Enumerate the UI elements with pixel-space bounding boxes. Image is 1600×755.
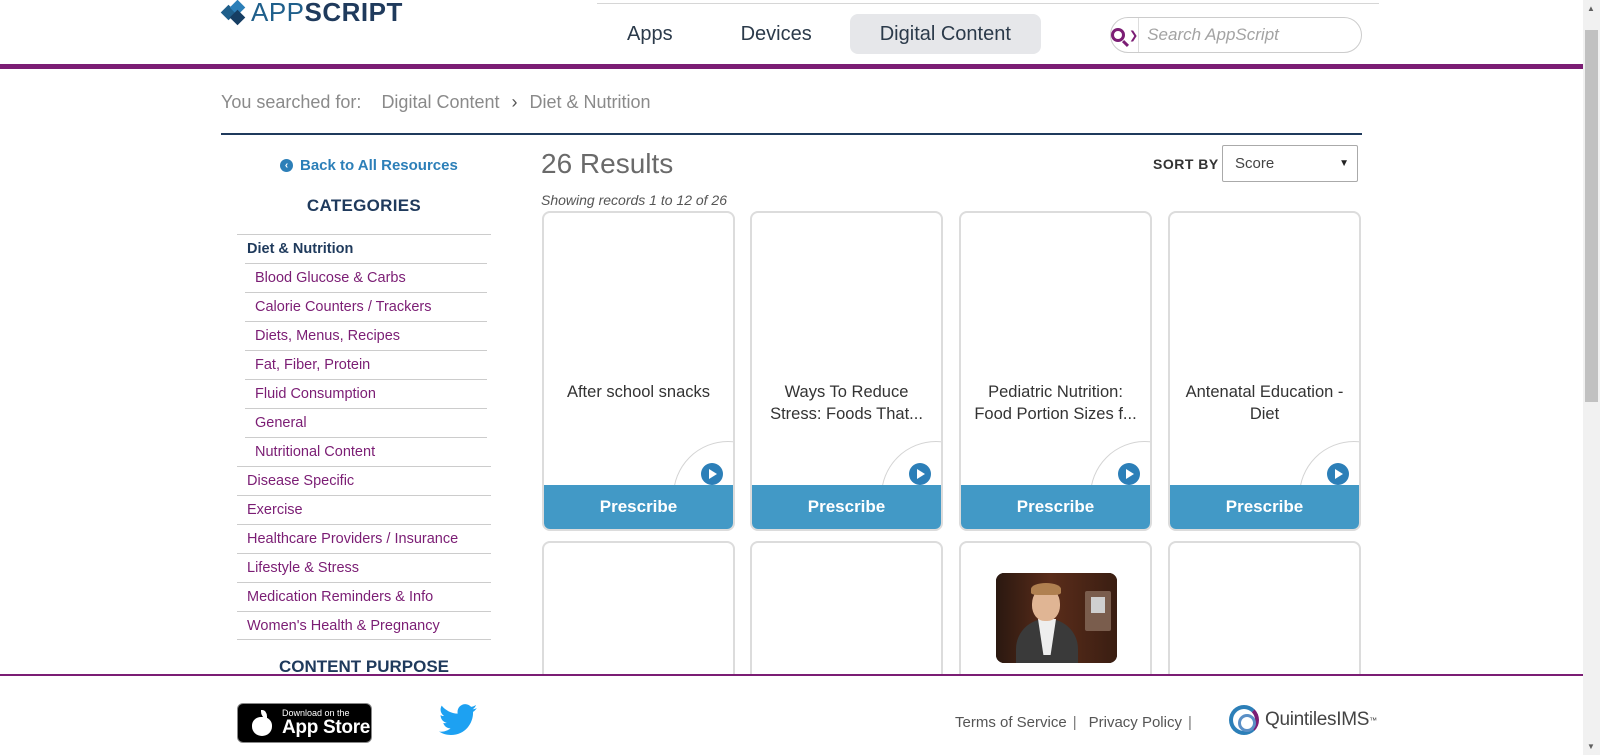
play-icon[interactable]	[909, 463, 931, 485]
nav-devices[interactable]: Devices	[711, 14, 842, 54]
footer-links: Terms of Service | Privacy Policy |	[955, 714, 1204, 731]
result-card[interactable]: Ways To Reduce Stress: Foods That... Pre…	[750, 211, 943, 531]
main-nav: Apps Devices Digital Content	[597, 14, 1049, 54]
play-icon[interactable]	[701, 463, 723, 485]
app-store-badge[interactable]: Download on the App Store	[237, 703, 372, 743]
app-store-text: Download on the App Store	[282, 708, 370, 738]
quintilesims-wordmark: QuintilesIMS	[1265, 709, 1370, 730]
result-card[interactable]	[542, 541, 735, 691]
terms-of-service-link[interactable]: Terms of Service	[955, 714, 1067, 731]
scroll-down-arrow-icon[interactable]: ▼	[1587, 742, 1595, 751]
scrollbar-thumb[interactable]	[1585, 30, 1598, 402]
site-footer: Download on the App Store Terms of Servi…	[0, 674, 1583, 755]
prescribe-button[interactable]: Prescribe	[961, 485, 1150, 529]
nav-top-divider	[597, 3, 1379, 4]
result-card[interactable]	[1168, 541, 1361, 691]
logo-text-suffix: SCRIPT	[304, 0, 403, 27]
play-icon[interactable]	[1327, 463, 1349, 485]
results-count: 26 Results	[541, 148, 674, 179]
header-purple-bar	[0, 64, 1583, 69]
back-arrow-icon: ‹	[280, 159, 293, 172]
breadcrumb-item-diet-nutrition[interactable]: Diet & Nutrition	[530, 92, 651, 113]
categories-heading: CATEGORIES	[306, 196, 422, 215]
result-card[interactable]: After school snacks Prescribe	[542, 211, 735, 531]
sidebar-category-item[interactable]: Disease Specific	[237, 466, 491, 495]
apple-icon	[250, 710, 274, 736]
nav-apps[interactable]: Apps	[597, 14, 703, 54]
quintilesims-logo[interactable]: QuintilesIMS ™	[1229, 705, 1377, 735]
back-to-resources-link[interactable]: ‹ Back to All Resources	[280, 157, 458, 174]
play-icon[interactable]	[1118, 463, 1140, 485]
dropdown-caret-icon: ▼	[1339, 158, 1349, 169]
sidebar-category-item[interactable]: Diets, Menus, Recipes	[245, 321, 487, 350]
records-range: Showing records 1 to 12 of 26	[541, 192, 728, 208]
card-title[interactable]: Pediatric Nutrition: Food Portion Sizes …	[971, 381, 1140, 425]
page-scrollbar[interactable]: ▲ ▼	[1583, 0, 1600, 755]
appscript-logo[interactable]: APPSCRIPT	[220, 0, 403, 26]
breadcrumb-prefix: You searched for:	[221, 92, 362, 112]
quintilesims-mark-icon	[1229, 705, 1259, 735]
sidebar-category-item[interactable]: Exercise	[237, 495, 491, 524]
result-card[interactable]	[750, 541, 943, 691]
footer-divider: |	[1072, 714, 1077, 731]
card-title[interactable]: Ways To Reduce Stress: Foods That...	[762, 381, 931, 425]
logo-text-prefix: APP	[251, 0, 305, 27]
card-title[interactable]: Antenatal Education - Diet	[1180, 381, 1349, 425]
sidebar-category-item[interactable]: Fluid Consumption	[245, 379, 487, 408]
prescribe-button[interactable]: Prescribe	[1170, 485, 1359, 529]
result-card[interactable]: Antenatal Education - Diet Prescribe	[1168, 211, 1361, 531]
search-icon	[1111, 28, 1125, 42]
category-list: Diet & Nutrition Blood Glucose & Carbs Cal…	[237, 234, 491, 640]
card-title[interactable]: After school snacks	[554, 381, 723, 425]
trademark-symbol: ™	[1369, 715, 1378, 725]
sort-by-label: SORT BY	[1153, 156, 1219, 172]
search-scope-button[interactable]: ❯	[1111, 18, 1140, 52]
prescribe-button[interactable]: Prescribe	[752, 485, 941, 529]
nav-digital-content[interactable]: Digital Content	[849, 14, 1041, 54]
breadcrumb-divider	[221, 133, 1362, 135]
thumbnail-poster	[1091, 597, 1105, 613]
sidebar-category-item[interactable]: Nutritional Content	[245, 437, 487, 466]
thumbnail-person-hair	[1031, 583, 1061, 595]
breadcrumb-separator-icon: ›	[511, 92, 518, 112]
sidebar-category-item[interactable]: Women's Health & Pregnancy	[237, 611, 491, 640]
result-card[interactable]: Pediatric Nutrition: Food Portion Sizes …	[959, 211, 1152, 531]
sidebar-category-item[interactable]: Calorie Counters / Trackers	[245, 292, 487, 321]
site-header: APPSCRIPT Apps Devices Digital Content ❯	[0, 0, 1583, 70]
search-box: ❯	[1110, 17, 1372, 53]
sort-selected-value: Score	[1235, 155, 1275, 172]
scroll-up-arrow-icon[interactable]: ▲	[1587, 4, 1595, 13]
back-link-label: Back to All Resources	[300, 157, 458, 174]
result-card[interactable]	[959, 541, 1152, 691]
app-store-big-text: App Store	[282, 717, 371, 738]
sidebar-category-item[interactable]: Blood Glucose & Carbs	[245, 263, 487, 292]
sidebar-category-item[interactable]: Diet & Nutrition	[237, 234, 491, 263]
sidebar-category-item[interactable]: Lifestyle & Stress	[237, 553, 491, 582]
sidebar-category-item[interactable]: Fat, Fiber, Protein	[245, 350, 487, 379]
sort-select[interactable]: Score ▼	[1222, 145, 1358, 182]
sidebar-category-item[interactable]: General	[245, 408, 487, 437]
video-thumbnail[interactable]	[996, 573, 1117, 663]
search-input[interactable]	[1139, 18, 1372, 52]
breadcrumb: You searched for: Digital Content › Diet…	[221, 92, 651, 113]
prescribe-button[interactable]: Prescribe	[544, 485, 733, 529]
footer-divider: |	[1187, 714, 1192, 731]
twitter-icon[interactable]	[439, 704, 477, 736]
sidebar-category-item[interactable]: Medication Reminders & Info	[237, 582, 491, 611]
logo-mark-icon	[220, 0, 247, 26]
breadcrumb-item-digital-content[interactable]: Digital Content	[381, 92, 499, 113]
sidebar-category-item[interactable]: Healthcare Providers / Insurance	[237, 524, 491, 553]
chevron-down-icon: ❯	[1129, 29, 1139, 42]
privacy-policy-link[interactable]: Privacy Policy	[1089, 714, 1182, 731]
logo-text: APPSCRIPT	[251, 0, 403, 25]
